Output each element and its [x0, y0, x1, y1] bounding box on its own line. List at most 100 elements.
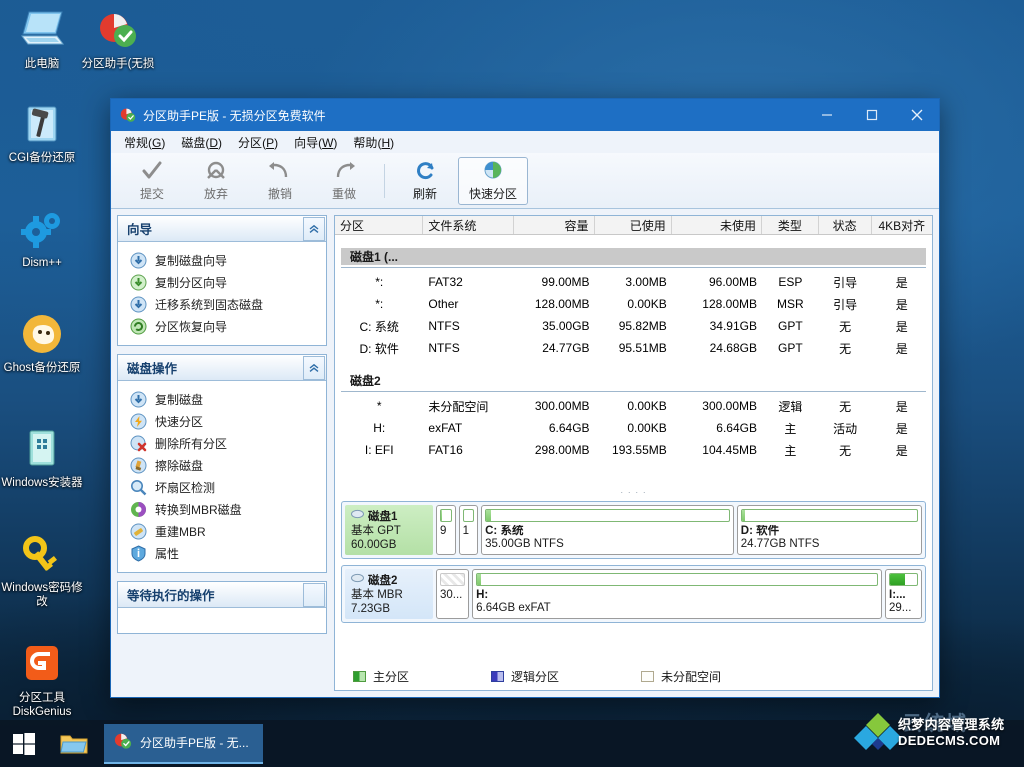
cell-used: 193.55MB [612, 443, 667, 457]
cell-partition: * [376, 399, 382, 413]
partition-block-unallocated[interactable]: 30... [436, 569, 470, 619]
partition-block-d[interactable]: D: 软件 24.77GB NTFS [736, 505, 923, 555]
disk-group-label: 磁盘1 (... [341, 247, 926, 265]
sidebar-item-wipe-disk[interactable]: 擦除磁盘 [118, 454, 326, 476]
desktop-icon-partition-assistant[interactable]: 分区助手(无损 [76, 6, 160, 71]
sidebar-item-copy-disk[interactable]: 复制磁盘 [118, 388, 326, 410]
menu-item-general[interactable]: 常规(G) [119, 132, 176, 153]
discard-icon [205, 159, 227, 183]
sidebar-item-partition-recovery[interactable]: 分区恢复向导 [118, 315, 326, 337]
cell-type: GPT [777, 319, 803, 333]
usage-bar [440, 509, 452, 522]
disk-map-row-2[interactable]: 磁盘2 基本 MBR 7.23GB 30... H: 6.64GB exFAT [341, 565, 926, 623]
column-header-filesystem[interactable]: 文件系统 [423, 216, 514, 234]
sidebar-item-migrate-os[interactable]: 迁移系统到固态磁盘 [118, 293, 326, 315]
table-row[interactable]: *: Other 128.00MB 0.00KB 128.00MB MSR 引导… [335, 293, 932, 315]
window-titlebar[interactable]: 分区助手PE版 - 无损分区免费软件 [111, 99, 939, 131]
sidebar-item-label: 迁移系统到固态磁盘 [155, 297, 264, 312]
partition-title: C: 系统 [485, 525, 524, 537]
partition-block-msr[interactable]: 1 [458, 505, 479, 555]
column-header-status[interactable]: 状态 [819, 216, 872, 234]
maximize-button[interactable] [849, 99, 894, 131]
gears-icon [0, 205, 84, 253]
usage-bar [462, 509, 475, 522]
toolbar-discard-button[interactable]: 放弃 [185, 157, 247, 205]
column-header-used[interactable]: 已使用 [595, 216, 672, 234]
disk-info-2: 磁盘2 基本 MBR 7.23GB [345, 569, 433, 619]
cell-capacity: 24.77GB [542, 341, 590, 355]
computer-icon [0, 6, 84, 54]
disk-map-row-1[interactable]: 磁盘1 基本 GPT 60.00GB 9 1 C: 系统 35.00GB NTF… [341, 501, 926, 559]
menu-item-help[interactable]: 帮助(H) [348, 132, 405, 153]
minimize-button[interactable] [804, 99, 849, 131]
wipe-disk-icon [130, 457, 147, 474]
desktop-icon-dism[interactable]: Dism++ [0, 205, 84, 270]
disk-name-row: 磁盘2 [351, 573, 433, 588]
toolbar-commit-button[interactable]: 提交 [121, 157, 183, 205]
sidebar-item-convert-to-mbr[interactable]: 转换到MBR磁盘 [118, 498, 326, 520]
column-header-4kb-align[interactable]: 4KB对齐 [872, 216, 932, 234]
partition-block-i[interactable]: I:... 29... [885, 569, 922, 619]
desktop-icon-cgi-backup[interactable]: CGI备份还原 [0, 100, 84, 165]
legend-logical: 逻辑分区 [491, 668, 559, 685]
cell-capacity: 298.00MB [534, 443, 590, 457]
menu-item-partition[interactable]: 分区(P) [233, 132, 289, 153]
table-row[interactable]: C: 系统 NTFS 35.00GB 95.82MB 34.91GB GPT 无… [335, 315, 932, 337]
partition-text: H: 6.64GB exFAT [476, 589, 878, 615]
chevron-up-icon[interactable] [303, 216, 325, 241]
pane-splitter[interactable]: · · · · [335, 488, 932, 497]
table-row[interactable]: * 未分配空间 300.00MB 0.00KB 300.00MB 逻辑 无 是 [335, 395, 932, 417]
taskbar-app-button[interactable]: 分区助手PE版 - 无... [104, 723, 263, 764]
cell-capacity: 128.00MB [534, 297, 590, 311]
toolbar-redo-button[interactable]: 重做 [313, 157, 375, 205]
partition-block-c[interactable]: C: 系统 35.00GB NTFS [481, 505, 734, 555]
column-header-capacity[interactable]: 容量 [514, 216, 595, 234]
chevron-up-icon[interactable] [303, 355, 325, 380]
column-header-unused[interactable]: 未使用 [672, 216, 763, 234]
toolbar-button-label: 刷新 [412, 187, 437, 201]
cell-status: 无 [839, 319, 852, 334]
table-row[interactable]: D: 软件 NTFS 24.77GB 95.51MB 24.68GB GPT 无… [335, 337, 932, 359]
table-row[interactable]: I: EFI FAT16 298.00MB 193.55MB 104.45MB … [335, 439, 932, 461]
disk-group-header[interactable]: 磁盘1 (... [335, 245, 932, 267]
toolbar-undo-button[interactable]: 撤销 [249, 157, 311, 205]
sidebar-item-properties[interactable]: 属性 [118, 542, 326, 564]
disk-group-header[interactable]: 磁盘2 [335, 369, 932, 391]
sidebar-item-label: 属性 [155, 546, 180, 561]
column-header-partition[interactable]: 分区 [335, 216, 424, 234]
copy-disk-icon [130, 252, 147, 269]
table-row[interactable]: *: FAT32 99.00MB 3.00MB 96.00MB ESP 引导 是 [335, 271, 932, 293]
partition-block-esp[interactable]: 9 [436, 505, 456, 555]
group-rule [341, 391, 926, 392]
sidebar-item-label: 复制分区向导 [155, 275, 228, 290]
partition-title: I:... [889, 589, 906, 601]
column-header-type[interactable]: 类型 [762, 216, 819, 234]
desktop-icon-diskgenius[interactable]: 分区工具DiskGenius [0, 640, 84, 719]
desktop-icon-ghost-backup[interactable]: Ghost备份还原 [0, 310, 84, 375]
partition-block-h[interactable]: H: 6.64GB exFAT [472, 569, 883, 619]
desktop-icon-windows-installer[interactable]: Windows安装器 [0, 425, 84, 490]
sidebar-item-copy-disk-wizard[interactable]: 复制磁盘向导 [118, 249, 326, 271]
desktop-icon-windows-password[interactable]: Windows密码修改 [0, 530, 84, 609]
pending-collapse-button[interactable] [303, 582, 325, 607]
partition-text: D: 软件 24.77GB NTFS [741, 525, 918, 551]
sidebar-item-delete-all-partitions[interactable]: 删除所有分区 [118, 432, 326, 454]
toolbar-refresh-button[interactable]: 刷新 [394, 157, 456, 205]
sidebar-item-bad-sector-check[interactable]: 坏扇区检测 [118, 476, 326, 498]
disk-name: 磁盘2 [368, 574, 398, 587]
app-icon [120, 107, 136, 123]
close-button[interactable] [894, 99, 939, 131]
sidebar-item-quick-partition[interactable]: 快速分区 [118, 410, 326, 432]
sidebar-item-rebuild-mbr[interactable]: 重建MBR [118, 520, 326, 542]
cell-align: 是 [895, 421, 908, 436]
sidebar-panel-title: 磁盘操作 [127, 362, 178, 376]
sidebar-item-copy-partition-wizard[interactable]: 复制分区向导 [118, 271, 326, 293]
table-row[interactable]: H: exFAT 6.64GB 0.00KB 6.64GB 主 活动 是 [335, 417, 932, 439]
desktop-icon-computer[interactable]: 此电脑 [0, 6, 84, 71]
taskbar-file-explorer[interactable] [48, 720, 100, 767]
menu-item-disk[interactable]: 磁盘(D) [176, 132, 233, 153]
start-button[interactable] [0, 720, 48, 767]
menu-item-wizard[interactable]: 向导(W) [289, 132, 348, 153]
cell-used: 0.00KB [627, 421, 667, 435]
toolbar-quick-partition-button[interactable]: 快速分区 [458, 156, 528, 205]
